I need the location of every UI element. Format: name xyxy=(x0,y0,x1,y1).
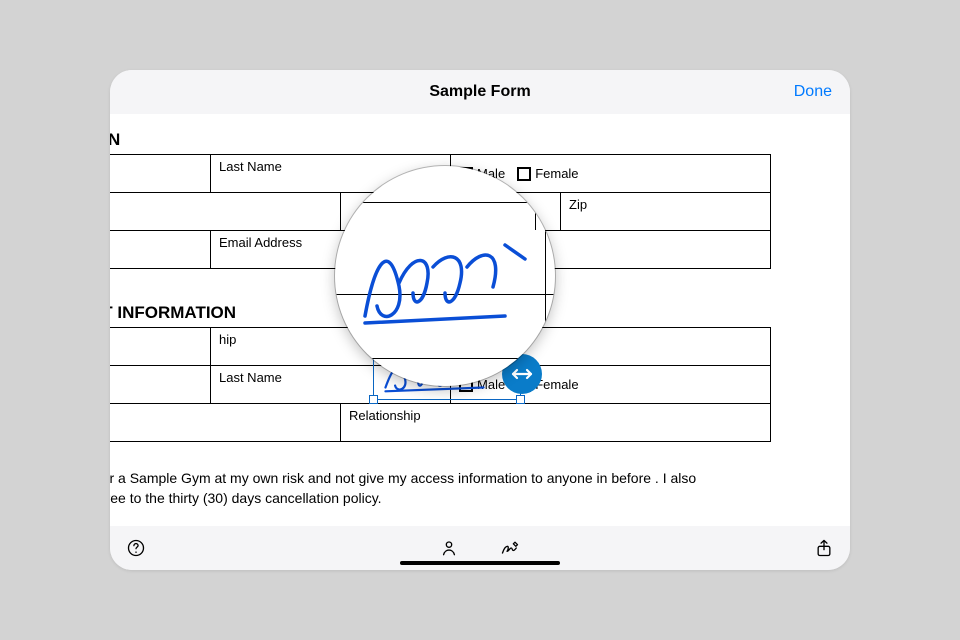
signature-icon[interactable] xyxy=(499,538,521,558)
relationship-label: Relationship xyxy=(349,408,421,423)
last-name-label: Last Name xyxy=(219,159,282,174)
agreement-text: nter a Sample Gym at my own risk and not… xyxy=(110,468,730,509)
cell-firstname[interactable] xyxy=(110,155,211,193)
cell-ec-name[interactable] xyxy=(110,328,211,366)
share-icon[interactable] xyxy=(814,538,834,558)
done-button[interactable]: Done xyxy=(794,70,832,114)
document-canvas[interactable]: ION Last Name Male Female xyxy=(110,114,850,526)
magnifier-loupe xyxy=(335,166,555,386)
cell-zip[interactable]: Zip xyxy=(561,193,771,231)
signature-stroke-large xyxy=(355,221,535,341)
title-bar: Sample Form Done xyxy=(110,70,850,114)
app-window: Sample Form Done ION Last Name Male Fema… xyxy=(110,70,850,570)
cell-ec-relationship[interactable]: Relationship xyxy=(341,404,771,442)
email-label: Email Address xyxy=(219,235,302,250)
home-indicator[interactable] xyxy=(400,561,560,565)
help-icon[interactable] xyxy=(126,538,146,558)
resize-handle-br[interactable] xyxy=(516,395,525,404)
resize-handle-bl[interactable] xyxy=(369,395,378,404)
last-name-label-2: Last Name xyxy=(219,370,282,385)
person-icon[interactable] xyxy=(439,538,459,558)
cell-phone[interactable] xyxy=(110,231,211,269)
zip-label: Zip xyxy=(569,197,587,212)
document-title: Sample Form xyxy=(429,83,530,101)
cell-ec-firstname[interactable] xyxy=(110,366,211,404)
cell-address[interactable] xyxy=(110,193,341,231)
section-heading-1: ION xyxy=(110,130,800,150)
checkbox-female[interactable]: Female xyxy=(517,166,578,181)
checkbox-icon[interactable] xyxy=(517,167,531,181)
cell-ec-phone[interactable] xyxy=(110,404,341,442)
relationship-fragment: hip xyxy=(219,332,236,347)
